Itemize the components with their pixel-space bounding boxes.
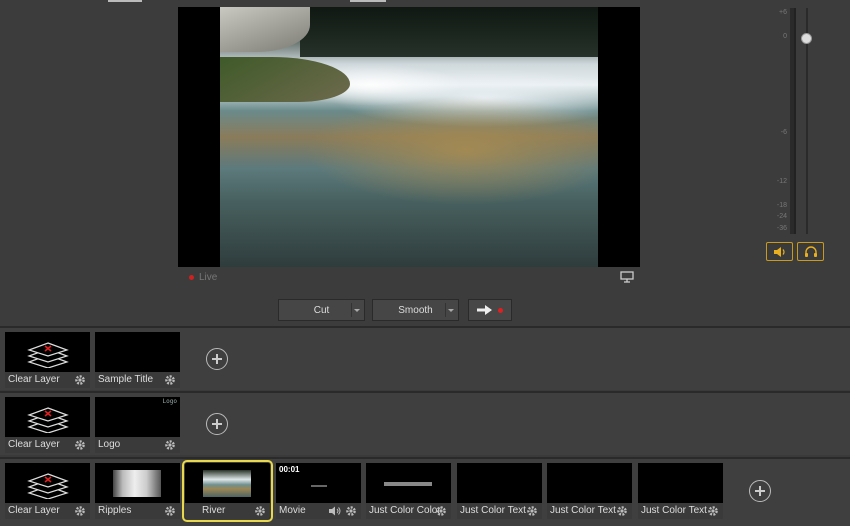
add-input-button[interactable] — [749, 480, 771, 502]
layer-row-2: Clear Layer Logo Logo — [0, 391, 850, 455]
smooth-transition-select[interactable]: Smooth — [372, 299, 459, 321]
meter-tick-label: -36 — [776, 225, 787, 232]
audio-level-meter-right — [794, 8, 796, 234]
input-clear-layer[interactable]: Clear Layer — [5, 463, 90, 519]
river-video-frame — [220, 7, 598, 267]
layers-icon — [27, 407, 69, 433]
trees-region — [300, 7, 598, 57]
input-just-color-color[interactable]: Just Color Color — [366, 463, 451, 519]
chevron-down-icon — [354, 309, 360, 312]
input-just-color-text[interactable]: Just Color Text — [457, 463, 542, 519]
gear-icon[interactable] — [707, 505, 719, 517]
gear-icon[interactable] — [435, 505, 447, 517]
take-transition-button[interactable] — [468, 299, 512, 321]
gear-icon[interactable] — [74, 439, 86, 451]
input-clear-layer[interactable]: Clear Layer — [5, 397, 90, 453]
movie-timecode: 00:01 — [279, 465, 300, 474]
gear-icon[interactable] — [526, 505, 538, 517]
add-input-button[interactable] — [206, 348, 228, 370]
gear-icon[interactable] — [74, 505, 86, 517]
select-divider — [351, 303, 352, 317]
gear-icon[interactable] — [345, 505, 357, 517]
gear-icon[interactable] — [164, 439, 176, 451]
rock-region — [220, 7, 310, 52]
volume-slider-knob[interactable] — [801, 33, 812, 44]
cut-transition-select[interactable]: Cut — [278, 299, 365, 321]
meter-tick-label: -12 — [776, 178, 787, 185]
ripples-thumbnail — [113, 470, 161, 497]
top-tab-indicator — [108, 0, 142, 2]
river-thumbnail — [203, 470, 251, 497]
meter-tick-label: -6 — [780, 129, 787, 136]
meter-tick-label: +6 — [779, 9, 787, 16]
input-just-color-text[interactable]: Just Color Text — [638, 463, 723, 519]
meter-tick-label: 0 — [783, 33, 787, 40]
smooth-transition-label: Smooth — [398, 304, 433, 316]
meter-tick-label: -18 — [776, 202, 787, 209]
layers-icon — [27, 342, 69, 368]
top-tab-indicator — [350, 0, 386, 2]
input-logo[interactable]: Logo Logo — [95, 397, 180, 453]
monitor-icon[interactable] — [620, 271, 634, 283]
input-ripples[interactable]: Ripples — [95, 463, 180, 519]
input-clear-layer[interactable]: Clear Layer — [5, 332, 90, 388]
headphones-button[interactable] — [797, 242, 824, 261]
gear-icon[interactable] — [164, 374, 176, 386]
chevron-down-icon — [448, 309, 454, 312]
select-divider — [445, 303, 446, 317]
speaker-button[interactable] — [766, 242, 793, 261]
meter-tick-label: -24 — [776, 213, 787, 220]
gear-icon[interactable] — [164, 505, 176, 517]
speaker-icon — [773, 246, 785, 257]
layers-icon — [27, 473, 69, 499]
cut-transition-label: Cut — [313, 304, 330, 316]
gear-icon[interactable] — [74, 374, 86, 386]
output-area: Live Cut Smooth +6 0 -6 -12 -18 -24 -36 — [0, 0, 850, 326]
input-sample-title[interactable]: Sample Title — [95, 332, 180, 388]
live-indicator-dot — [498, 307, 503, 313]
layer-row-1: Clear Layer Sample Title — [0, 326, 850, 390]
output-preview — [178, 7, 640, 267]
logo-overlay-text: Logo — [162, 398, 177, 405]
input-movie[interactable]: 00:01 Movie — [276, 463, 361, 519]
arrow-right-icon — [477, 305, 492, 315]
gear-icon[interactable] — [616, 505, 628, 517]
input-just-color-text[interactable]: Just Color Text — [547, 463, 632, 519]
live-label: Live — [199, 272, 218, 283]
gear-icon[interactable] — [254, 505, 266, 517]
add-input-button[interactable] — [206, 413, 228, 435]
live-indicator-dot — [189, 275, 194, 280]
headphones-icon — [804, 245, 817, 257]
input-river[interactable]: River — [182, 460, 273, 522]
movie-frame-text — [311, 485, 327, 487]
speaker-icon[interactable] — [329, 506, 341, 516]
color-bar-preview — [384, 482, 432, 486]
moss-region — [220, 57, 350, 102]
layer-row-3: Clear Layer Ripples River 00:01 Movie Ju… — [0, 457, 850, 526]
